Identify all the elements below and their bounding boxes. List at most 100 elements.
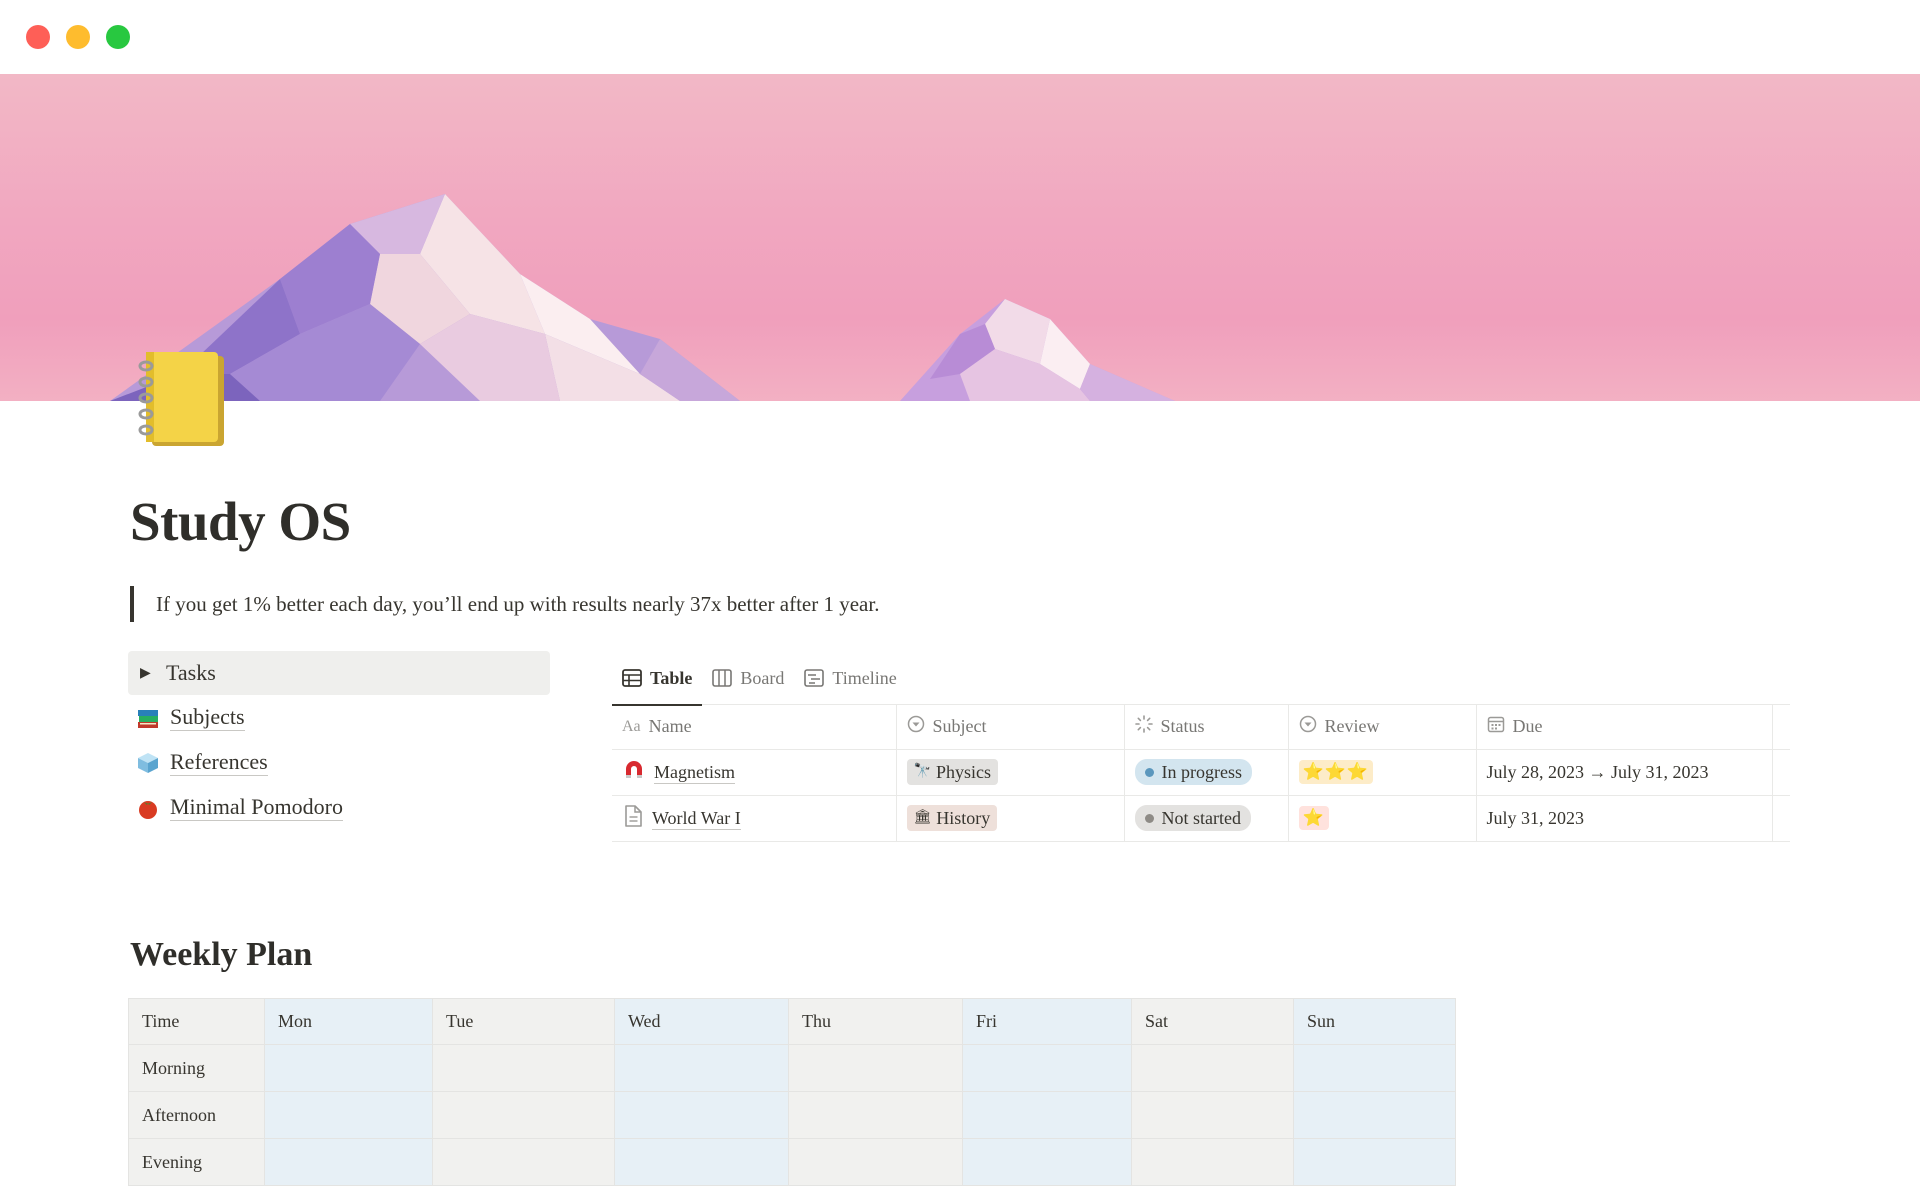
tab-label: Timeline: [832, 667, 897, 688]
magnet-icon: [622, 758, 646, 787]
tasks-database: Table Board Timeline Aa Name Subject Sta…: [612, 651, 1790, 842]
page-title[interactable]: Study OS: [130, 490, 351, 553]
weekly-row-afternoon: Afternoon: [128, 1091, 1456, 1139]
header-cell-mon[interactable]: Mon: [264, 998, 433, 1045]
plan-cell[interactable]: [1293, 1091, 1456, 1139]
zoom-window-button[interactable]: [106, 25, 130, 49]
column-label: Review: [1324, 716, 1380, 737]
plan-cell[interactable]: [614, 1091, 789, 1139]
column-header-status[interactable]: Status: [1124, 705, 1289, 750]
plan-cell[interactable]: [962, 1044, 1132, 1092]
select-icon: [1299, 715, 1317, 738]
plan-cell[interactable]: [788, 1044, 963, 1092]
review-tag[interactable]: ⭐⭐⭐: [1298, 760, 1374, 784]
row-name[interactable]: Magnetism: [654, 761, 735, 784]
plan-cell[interactable]: [432, 1044, 615, 1092]
window-titlebar: [0, 0, 1920, 74]
tab-label: Board: [740, 667, 785, 688]
weekly-header-row: Time Mon Tue Wed Thu Fri Sat Sun: [128, 998, 1456, 1045]
table-icon: [622, 669, 642, 687]
tab-board[interactable]: Board: [702, 651, 794, 705]
toggle-label: Tasks: [166, 660, 216, 685]
due-date[interactable]: July 28, 2023 → July 31, 2023: [1476, 749, 1773, 796]
link-subjects[interactable]: Subjects: [128, 695, 550, 740]
cover-image[interactable]: [0, 74, 1920, 401]
column-header-review[interactable]: Review: [1288, 705, 1477, 750]
link-label: Subjects: [170, 704, 245, 731]
time-cell[interactable]: Afternoon: [128, 1091, 265, 1139]
plan-cell[interactable]: [788, 1091, 963, 1139]
row-name[interactable]: World War I: [652, 807, 741, 830]
status-label: Not started: [1161, 808, 1241, 828]
header-cell-wed[interactable]: Wed: [614, 998, 789, 1045]
header-cell-sun[interactable]: Sun: [1293, 998, 1456, 1045]
subject-label: History: [936, 808, 991, 828]
plan-cell[interactable]: [432, 1138, 615, 1186]
link-minimal-pomodoro[interactable]: Minimal Pomodoro: [128, 785, 550, 830]
plan-cell[interactable]: [962, 1138, 1132, 1186]
weekly-plan-heading[interactable]: Weekly Plan: [130, 936, 312, 974]
column-label: Due: [1512, 716, 1543, 737]
minimize-window-button[interactable]: [66, 25, 90, 49]
timeline-icon: [804, 669, 825, 687]
header-cell-thu[interactable]: Thu: [788, 998, 963, 1045]
link-label: Minimal Pomodoro: [170, 794, 343, 821]
select-icon: [907, 715, 925, 738]
add-column-cell[interactable]: [1772, 705, 1790, 750]
plan-cell[interactable]: [1293, 1138, 1456, 1186]
books-icon: [132, 704, 164, 732]
column-header-subject[interactable]: Subject: [896, 705, 1125, 750]
subject-tag[interactable]: 🏛 History: [906, 805, 998, 831]
quote-block[interactable]: If you get 1% better each day, you’ll en…: [130, 586, 879, 622]
page-links: ▶ Tasks Subjects References Minimal Pomo…: [128, 651, 550, 830]
status-label: In progress: [1161, 762, 1242, 782]
ice-cube-icon: [132, 749, 164, 777]
notebook-icon[interactable]: [134, 348, 234, 450]
toggle-tasks[interactable]: ▶ Tasks: [128, 651, 550, 695]
plan-cell[interactable]: [1131, 1044, 1294, 1092]
tab-timeline[interactable]: Timeline: [794, 651, 906, 705]
plan-cell[interactable]: [1293, 1044, 1456, 1092]
plan-cell[interactable]: [614, 1044, 789, 1092]
page-icon: [622, 804, 644, 833]
due-date[interactable]: July 31, 2023: [1476, 795, 1773, 842]
triangle-right-icon[interactable]: ▶: [136, 665, 166, 682]
column-header-name[interactable]: Aa Name: [612, 705, 897, 750]
plan-cell[interactable]: [1131, 1138, 1294, 1186]
tomato-icon: [132, 794, 164, 822]
plan-cell[interactable]: [264, 1138, 433, 1186]
weekly-row-evening: Evening: [128, 1138, 1456, 1186]
table-row[interactable]: Magnetism 🔭 Physics In progress ⭐⭐⭐ July…: [612, 749, 1790, 796]
weekly-plan-table: Time Mon Tue Wed Thu Fri Sat Sun Morning…: [128, 998, 1456, 1186]
header-cell-fri[interactable]: Fri: [962, 998, 1132, 1045]
plan-cell[interactable]: [432, 1091, 615, 1139]
status-icon: [1134, 715, 1153, 738]
plan-cell[interactable]: [1131, 1091, 1294, 1139]
status-badge[interactable]: In progress: [1134, 759, 1252, 785]
view-tabs: Table Board Timeline: [612, 651, 1790, 706]
column-header-due[interactable]: Due: [1476, 705, 1773, 750]
header-cell-tue[interactable]: Tue: [432, 998, 615, 1045]
plan-cell[interactable]: [264, 1044, 433, 1092]
plan-cell[interactable]: [788, 1138, 963, 1186]
status-badge[interactable]: Not started: [1134, 805, 1251, 831]
column-label: Subject: [932, 716, 987, 737]
plan-cell[interactable]: [962, 1091, 1132, 1139]
telescope-icon: 🔭: [913, 764, 931, 779]
tab-table[interactable]: Table: [612, 651, 703, 706]
header-cell-time[interactable]: Time: [128, 998, 265, 1045]
plan-cell[interactable]: [614, 1138, 789, 1186]
table-row[interactable]: World War I 🏛 History Not started ⭐ July…: [612, 795, 1790, 842]
plan-cell[interactable]: [264, 1091, 433, 1139]
link-label: References: [170, 749, 268, 776]
database-table: Aa Name Subject Status Review Due Magnet…: [612, 705, 1790, 842]
header-cell-sat[interactable]: Sat: [1131, 998, 1294, 1045]
time-cell[interactable]: Morning: [128, 1044, 265, 1092]
close-window-button[interactable]: [26, 25, 50, 49]
time-cell[interactable]: Evening: [128, 1138, 265, 1186]
calendar-icon: [1487, 715, 1505, 738]
review-tag[interactable]: ⭐: [1298, 806, 1329, 830]
table-header-row: Aa Name Subject Status Review Due: [612, 705, 1790, 750]
subject-tag[interactable]: 🔭 Physics: [906, 759, 998, 785]
link-references[interactable]: References: [128, 740, 550, 785]
